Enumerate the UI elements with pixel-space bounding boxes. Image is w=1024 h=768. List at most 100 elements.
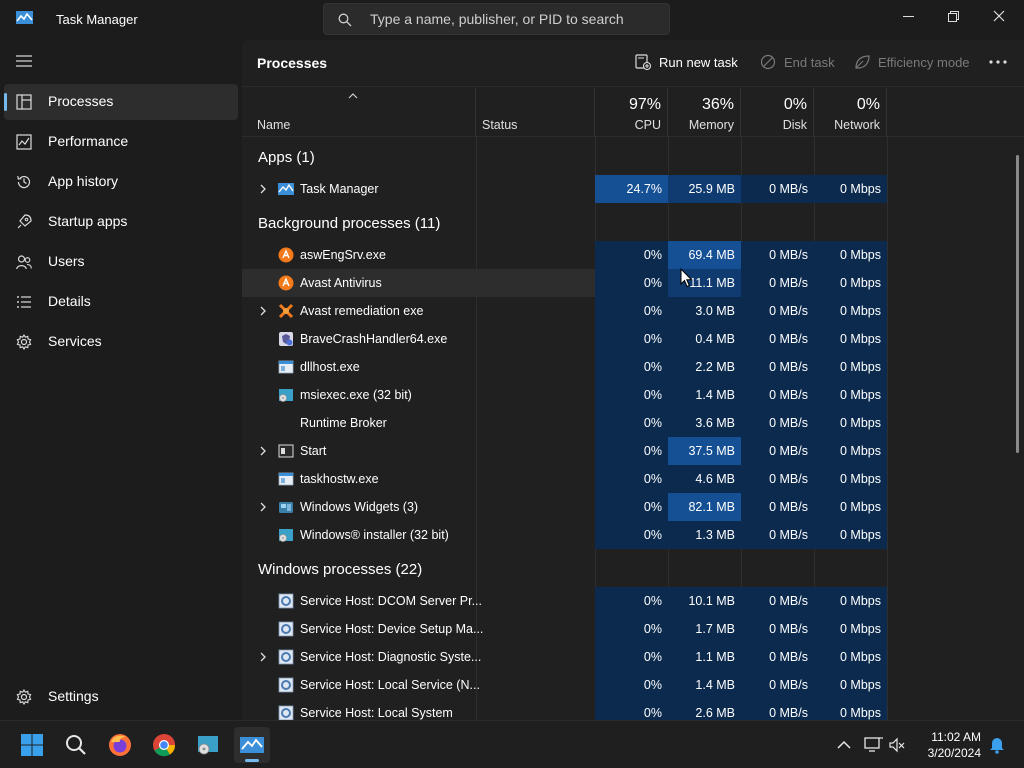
process-name: Start <box>300 444 327 458</box>
header-network[interactable]: 0% Network <box>814 88 887 137</box>
sidebar-item-settings[interactable]: Settings <box>4 679 238 715</box>
disk-cell: 0 MB/s <box>741 175 814 203</box>
group-header-windows[interactable]: Windows processes (22) <box>242 557 1024 583</box>
taskbar-task-manager[interactable] <box>234 727 270 763</box>
header-network-label: Network <box>834 118 880 132</box>
sidebar-item-app-history[interactable]: App history <box>4 164 238 200</box>
close-icon <box>993 10 1005 22</box>
process-row[interactable]: Avast remediation exe 0% 3.0 MB 0 MB/s 0… <box>242 297 1024 325</box>
process-row[interactable]: Task Manager 24.7% 25.9 MB 0 MB/s 0 Mbps <box>242 175 1024 203</box>
cpu-cell: 0% <box>595 325 668 353</box>
notifications-button[interactable] <box>985 727 1009 763</box>
process-name: taskhostw.exe <box>300 472 379 486</box>
process-name: Task Manager <box>300 182 379 196</box>
show-hidden-icons-button[interactable] <box>826 727 862 763</box>
vertical-scrollbar[interactable] <box>1016 155 1019 453</box>
system-tray-status[interactable] <box>858 727 912 763</box>
window-title: Task Manager <box>56 12 138 27</box>
hamburger-menu-icon[interactable] <box>16 54 32 68</box>
history-icon <box>17 175 31 189</box>
sidebar-item-startup-apps[interactable]: Startup apps <box>4 204 238 240</box>
end-task-button[interactable]: End task <box>760 54 835 70</box>
window-app-icon <box>278 360 294 374</box>
more-options-icon[interactable] <box>988 54 1008 70</box>
clock-time: 11:02 AM <box>931 730 981 744</box>
process-row[interactable]: msiexec.exe (32 bit) 0% 1.4 MB 0 MB/s 0 … <box>242 381 1024 409</box>
chevron-right-icon[interactable] <box>259 652 267 662</box>
taskbar-firefox[interactable] <box>102 727 138 763</box>
process-row[interactable]: Service Host: DCOM Server Pr... 0% 10.1 … <box>242 587 1024 615</box>
group-header-background[interactable]: Background processes (11) <box>242 211 1024 237</box>
process-row[interactable]: Service Host: Diagnostic Syste... 0% 1.1… <box>242 643 1024 671</box>
chevron-right-icon[interactable] <box>259 184 267 194</box>
group-header-apps[interactable]: Apps (1) <box>242 145 1024 171</box>
process-name: Service Host: DCOM Server Pr... <box>300 594 482 608</box>
memory-cell: 1.1 MB <box>668 643 741 671</box>
cpu-cell: 0% <box>595 699 668 720</box>
memory-cell: 1.4 MB <box>668 381 741 409</box>
chevron-right-icon[interactable] <box>259 502 267 512</box>
taskbar-clock[interactable]: 11:02 AM 3/20/2024 <box>915 729 981 761</box>
chevron-right-icon[interactable] <box>259 446 267 456</box>
search-box[interactable] <box>323 3 670 35</box>
brave-crash-icon <box>279 332 293 346</box>
service-host-icon <box>278 649 294 665</box>
network-cell: 0 Mbps <box>814 587 887 615</box>
process-row[interactable]: Avast Antivirus 0% 11.1 MB 0 MB/s 0 Mbps <box>242 269 1024 297</box>
start-button[interactable] <box>14 727 50 763</box>
processes-icon <box>16 94 32 110</box>
header-disk[interactable]: 0% Disk <box>741 88 814 137</box>
sidebar-item-users[interactable]: Users <box>4 244 238 280</box>
process-row[interactable]: Windows Widgets (3) 0% 82.1 MB 0 MB/s 0 … <box>242 493 1024 521</box>
taskbar-chrome[interactable] <box>146 727 182 763</box>
process-row[interactable]: BraveCrashHandler64.exe 0% 0.4 MB 0 MB/s… <box>242 325 1024 353</box>
network-cell: 0 Mbps <box>814 493 887 521</box>
network-cell: 0 Mbps <box>814 269 887 297</box>
process-name: Windows Widgets (3) <box>300 500 419 514</box>
close-button[interactable] <box>976 0 1022 32</box>
header-status-label: Status <box>482 118 518 132</box>
header-status[interactable]: Status <box>476 88 595 137</box>
column-header: Name Status 97% CPU 36% Memory 0% Disk 0… <box>242 88 1024 137</box>
sidebar-item-label: Details <box>48 293 91 309</box>
header-cpu[interactable]: 97% CPU <box>595 88 668 137</box>
sidebar-item-services[interactable]: Services <box>4 324 238 360</box>
header-name[interactable]: Name <box>242 88 476 137</box>
restore-button[interactable] <box>930 0 976 32</box>
processes-panel: Processes Run new task End task Efficien… <box>242 40 1024 720</box>
network-total: 0% <box>856 96 880 113</box>
process-row[interactable]: Start 0% 37.5 MB 0 MB/s 0 Mbps <box>242 437 1024 465</box>
chevron-right-icon[interactable] <box>259 306 267 316</box>
process-name: Runtime Broker <box>300 416 387 430</box>
task-manager-icon <box>240 737 264 753</box>
process-row[interactable]: dllhost.exe 0% 2.2 MB 0 MB/s 0 Mbps <box>242 353 1024 381</box>
process-row[interactable]: aswEngSrv.exe 0% 69.4 MB 0 MB/s 0 Mbps <box>242 241 1024 269</box>
taskbar-installer[interactable] <box>190 727 226 763</box>
avast-remediation-icon <box>278 303 294 319</box>
service-host-icon <box>278 621 294 637</box>
speaker-muted-icon <box>889 737 905 753</box>
efficiency-mode-button[interactable]: Efficiency mode <box>854 54 970 70</box>
process-row[interactable]: Service Host: Local Service (N... 0% 1.4… <box>242 671 1024 699</box>
process-name: Service Host: Local System <box>300 706 453 720</box>
header-memory-label: Memory <box>688 118 734 132</box>
header-memory[interactable]: 36% Memory <box>668 88 741 137</box>
cpu-cell: 0% <box>595 643 668 671</box>
sidebar-item-performance[interactable]: Performance <box>4 124 238 160</box>
network-cell: 0 Mbps <box>814 409 887 437</box>
process-row[interactable]: taskhostw.exe 0% 4.6 MB 0 MB/s 0 Mbps <box>242 465 1024 493</box>
run-new-task-button[interactable]: Run new task <box>635 54 738 70</box>
process-row[interactable]: Runtime Broker 0% 3.6 MB 0 MB/s 0 Mbps <box>242 409 1024 437</box>
minimize-button[interactable] <box>885 0 931 32</box>
process-row[interactable]: Windows® installer (32 bit) 0% 1.3 MB 0 … <box>242 521 1024 549</box>
sidebar-item-processes[interactable]: Processes <box>4 84 238 120</box>
process-row[interactable]: Service Host: Device Setup Ma... 0% 1.7 … <box>242 615 1024 643</box>
search-input[interactable] <box>370 4 660 34</box>
settings-gear-icon <box>16 689 32 705</box>
network-cell: 0 Mbps <box>814 297 887 325</box>
taskbar-search-button[interactable] <box>58 727 94 763</box>
service-host-icon <box>278 593 294 609</box>
clock-date: 3/20/2024 <box>927 746 981 760</box>
process-row[interactable]: Service Host: Local System 0% 2.6 MB 0 M… <box>242 699 1024 720</box>
sidebar-item-details[interactable]: Details <box>4 284 238 320</box>
